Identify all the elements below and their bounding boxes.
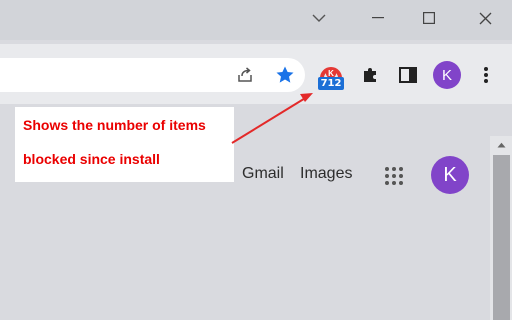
- annotation-arrow: [231, 93, 313, 144]
